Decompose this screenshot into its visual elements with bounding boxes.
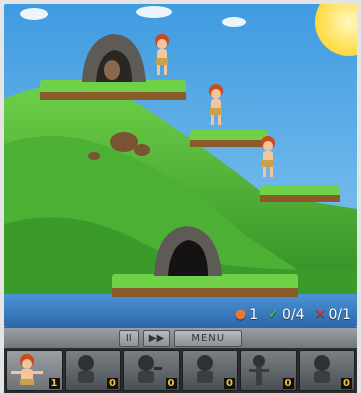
menu-button[interactable]: MENU bbox=[174, 330, 243, 347]
skill-count: 0 bbox=[341, 378, 352, 389]
game-scene[interactable] bbox=[4, 4, 357, 327]
skill-slot-digger[interactable]: 0 bbox=[123, 350, 180, 391]
platform-bottom bbox=[112, 274, 298, 297]
skill-slot-basher[interactable]: 0 bbox=[298, 350, 355, 391]
saved-count: 1 bbox=[249, 306, 259, 323]
control-bar: II ▶▶ MENU bbox=[4, 327, 357, 349]
skill-tray: 1 0 0 0 0 0 bbox=[4, 348, 357, 393]
skill-slot-climber[interactable]: 0 bbox=[240, 350, 297, 391]
platform-top bbox=[40, 80, 186, 100]
goal-counter: ✓ 0/4 bbox=[268, 307, 304, 323]
x-icon: ✕ bbox=[314, 307, 326, 322]
fast-forward-button[interactable]: ▶▶ bbox=[142, 330, 171, 347]
skill-count: 0 bbox=[224, 378, 235, 389]
skill-slot-builder[interactable]: 0 bbox=[181, 350, 238, 391]
lost-counter: ✕ 0/1 bbox=[315, 307, 351, 323]
saved-counter: ● 1 bbox=[235, 307, 258, 323]
check-icon: ✓ bbox=[268, 307, 280, 322]
skill-slot-walker[interactable]: 1 bbox=[6, 350, 63, 391]
lost-count: 0/1 bbox=[328, 306, 351, 323]
game-frame: ● 1 ✓ 0/4 ✕ 0/1 II ▶▶ MENU 1 0 0 0 0 0 bbox=[0, 0, 361, 393]
goal-count: 0/4 bbox=[282, 306, 305, 323]
pause-button[interactable]: II bbox=[118, 330, 139, 347]
platform-middle bbox=[190, 130, 268, 147]
skill-count: 0 bbox=[165, 378, 177, 389]
skill-slot-blocker[interactable]: 0 bbox=[64, 350, 121, 391]
hud-bar: ● 1 ✓ 0/4 ✕ 0/1 bbox=[4, 302, 357, 327]
skill-count: 1 bbox=[48, 378, 60, 389]
skill-count: 0 bbox=[107, 378, 118, 389]
platform-right bbox=[260, 186, 340, 202]
skill-count: 0 bbox=[282, 378, 294, 389]
caveman-head-icon: ● bbox=[234, 307, 247, 322]
